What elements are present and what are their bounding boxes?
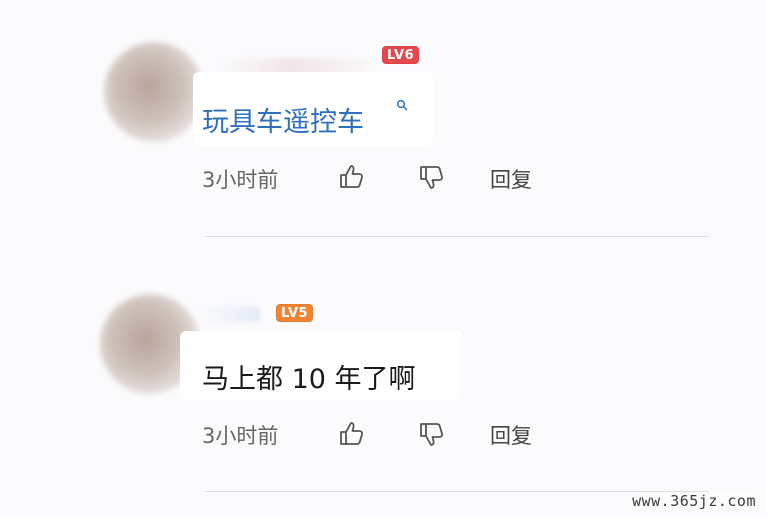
comment-item: LV5 马上都 10 年了啊 3小时前 回复: [0, 256, 766, 506]
divider: [204, 236, 709, 237]
comment-text: 马上都 10 年了啊: [202, 364, 416, 395]
search-icon[interactable]: [396, 99, 408, 111]
timestamp: 3小时前: [202, 168, 279, 192]
timestamp: 3小时前: [202, 424, 279, 448]
reply-button[interactable]: 回复: [490, 420, 532, 450]
reply-button[interactable]: 回复: [490, 164, 532, 194]
watermark: www.365jz.com: [632, 492, 756, 510]
level-badge: LV5: [276, 304, 314, 322]
comment-item: LV6 玩具车遥控车 3小时前 回复: [0, 0, 766, 250]
thumbs-down-icon[interactable]: [416, 419, 446, 449]
level-badge: LV6: [382, 46, 420, 64]
thumbs-down-icon[interactable]: [416, 162, 446, 192]
comment-text-link[interactable]: 玩具车遥控车: [202, 100, 364, 139]
thumbs-up-icon[interactable]: [336, 419, 366, 449]
thumbs-up-icon[interactable]: [336, 162, 366, 192]
username-blurred: [200, 306, 260, 322]
avatar[interactable]: [104, 42, 204, 142]
